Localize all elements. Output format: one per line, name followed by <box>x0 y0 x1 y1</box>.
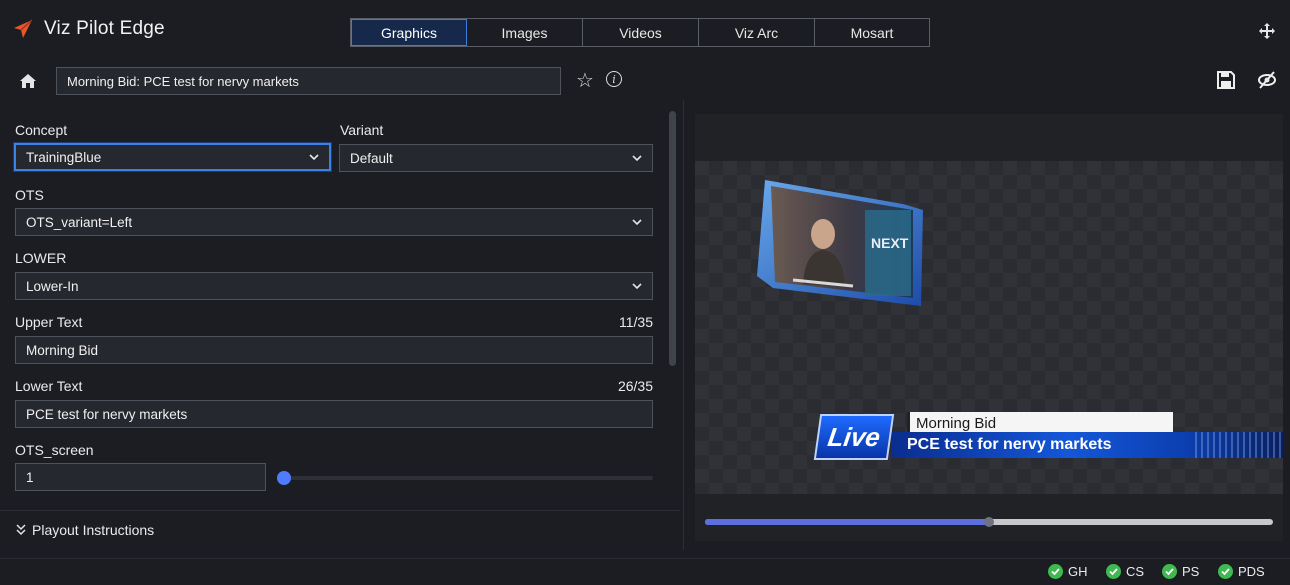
tab-label: Viz Arc <box>734 24 779 41</box>
lower-label: LOWER <box>15 250 67 266</box>
top-bar: Viz Pilot Edge Graphics Images Videos Vi… <box>0 0 1290 58</box>
variant-value: Default <box>350 150 393 166</box>
timeline-progress <box>705 519 989 525</box>
tab-images[interactable]: Images <box>467 19 583 46</box>
lower-third-upper-text: Morning Bid <box>907 412 1173 434</box>
check-circle-icon <box>1218 564 1233 579</box>
status-bar: GH CS PS PDS <box>0 558 1290 585</box>
upper-text-label: Upper Text <box>15 314 83 330</box>
chevron-down-icon <box>632 155 642 162</box>
chevrons-down-icon <box>16 524 26 536</box>
info-icon[interactable]: i <box>606 71 622 87</box>
lower-text-field[interactable]: PCE test for nervy markets <box>15 400 653 428</box>
app-title: Viz Pilot Edge <box>44 18 165 39</box>
status-cs: CS <box>1106 564 1144 579</box>
status-gh: GH <box>1048 564 1088 579</box>
panel-divider <box>683 100 684 550</box>
concept-value: TrainingBlue <box>26 149 102 165</box>
lower-value: Lower-In <box>26 278 79 294</box>
status-label: CS <box>1126 564 1145 579</box>
ots-screen-slider-thumb[interactable] <box>277 471 291 485</box>
tab-mosart[interactable]: Mosart <box>815 19 929 46</box>
status-ps: PS <box>1162 564 1199 579</box>
preview-letterbox-top <box>695 114 1283 161</box>
star-icon[interactable]: ☆ <box>576 68 594 93</box>
home-icon[interactable] <box>17 70 39 92</box>
status-label: PDS <box>1238 564 1265 579</box>
status-pds: PDS <box>1218 564 1265 579</box>
chevron-down-icon <box>632 219 642 226</box>
live-badge: Live <box>813 414 895 460</box>
move-icon[interactable] <box>1258 22 1276 40</box>
form-scrollbar[interactable] <box>669 111 676 366</box>
ots-value: OTS_variant=Left <box>26 214 133 230</box>
ots-screen-text: NEXT <box>871 235 909 251</box>
ots-screen-label: OTS_screen <box>15 442 94 458</box>
tab-label: Graphics <box>380 24 438 41</box>
upper-text-field[interactable]: Morning Bid <box>15 336 653 364</box>
lower-text-label: Lower Text <box>15 378 83 394</box>
lower-text-value: PCE test for nervy markets <box>26 406 188 422</box>
upper-text-value: Morning Bid <box>26 342 99 358</box>
check-circle-icon <box>1162 564 1177 579</box>
paper-plane-icon <box>14 19 33 38</box>
upper-text-counter: 11/35 <box>619 314 653 330</box>
eye-off-icon[interactable] <box>1256 70 1278 90</box>
lower-third-pattern <box>1195 432 1283 458</box>
status-label: GH <box>1068 564 1088 579</box>
check-circle-icon <box>1106 564 1121 579</box>
check-circle-icon <box>1048 564 1063 579</box>
timeline-scrubber[interactable] <box>705 517 1273 527</box>
ots-screen-slider-track[interactable] <box>283 476 653 480</box>
playout-label: Playout Instructions <box>32 522 155 538</box>
tab-label: Videos <box>619 24 662 41</box>
ots-screen-graphic: NEXT <box>757 180 923 306</box>
ots-select[interactable]: OTS_variant=Left <box>15 208 653 236</box>
concept-select[interactable]: TrainingBlue <box>14 143 331 171</box>
lower-select[interactable]: Lower-In <box>15 272 653 300</box>
status-label: PS <box>1182 564 1200 579</box>
tab-label: Mosart <box>850 24 894 41</box>
chevron-down-icon <box>632 283 642 290</box>
tab-graphics[interactable]: Graphics <box>351 19 467 46</box>
lower-text-counter: 26/35 <box>617 378 653 394</box>
save-icon[interactable] <box>1216 70 1236 90</box>
concept-label: Concept <box>15 122 68 138</box>
tab-viz-arc[interactable]: Viz Arc <box>699 19 815 46</box>
playout-instructions-toggle[interactable]: Playout Instructions <box>16 522 154 538</box>
variant-select[interactable]: Default <box>339 144 653 172</box>
app-brand: Viz Pilot Edge <box>12 18 165 40</box>
tab-label: Images <box>501 24 548 41</box>
variant-label: Variant <box>340 122 384 138</box>
timeline-handle[interactable] <box>984 517 994 527</box>
graphics-preview: NEXT Morning Bid PCE test for nervy mark… <box>695 114 1283 541</box>
chevron-down-icon <box>309 154 319 161</box>
tab-videos[interactable]: Videos <box>583 19 699 46</box>
ots-screen-input[interactable]: 1 <box>15 463 266 491</box>
ots-label: OTS <box>15 187 44 203</box>
divider <box>0 510 680 511</box>
title-input[interactable] <box>56 67 561 95</box>
mode-tabs: Graphics Images Videos Viz Arc Mosart <box>350 18 930 47</box>
ots-screen-value: 1 <box>26 469 34 485</box>
